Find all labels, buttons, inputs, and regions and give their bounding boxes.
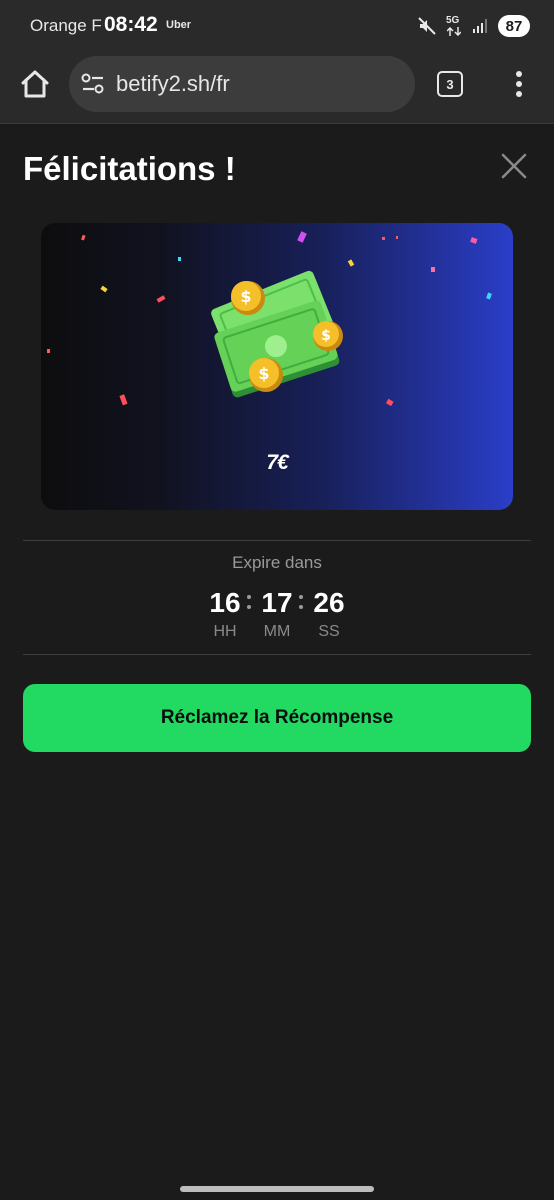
network-type: 5G	[446, 15, 460, 26]
reward-amount: 7€	[266, 451, 288, 474]
battery-icon: 87	[498, 15, 530, 37]
reward-banner: $ $ $ 7€	[41, 223, 513, 510]
countdown-seconds: 26	[313, 587, 345, 618]
home-icon[interactable]	[17, 66, 53, 102]
svg-text:$: $	[258, 364, 269, 383]
money-cash-coins-illustration: $ $ $	[211, 270, 343, 398]
address-bar[interactable]: betify2.sh/fr	[69, 56, 415, 112]
app-indicator: Uber	[166, 19, 192, 31]
status-icons: 5G 87	[418, 14, 530, 38]
modal-title: Félicitations !	[23, 150, 236, 187]
gesture-nav-handle[interactable]	[180, 1186, 374, 1192]
countdown-hours: 16	[209, 587, 241, 618]
tabs-icon[interactable]: 3	[437, 71, 463, 97]
countdown-minutes-label: MM	[263, 623, 291, 640]
status-time: 08:42	[104, 13, 158, 36]
browser-toolbar: betify2.sh/fr 3	[0, 52, 554, 124]
status-bar: Orange F 08:42 Uber 5G 87	[0, 0, 554, 52]
signal-icon	[473, 19, 487, 33]
countdown-timer: 16 HH 17 MM 26 SS	[0, 587, 554, 647]
countdown-hours-label: HH	[213, 623, 237, 640]
site-settings-icon[interactable]	[81, 73, 105, 95]
5g-data-icon: 5G	[446, 15, 462, 37]
tab-count: 3	[446, 76, 454, 92]
divider-bottom	[23, 654, 531, 655]
claim-reward-button[interactable]: Réclamez la Récompense	[23, 684, 531, 752]
mute-icon	[418, 17, 436, 35]
divider-top	[23, 540, 531, 541]
svg-text:$: $	[321, 328, 331, 344]
claim-reward-label: Réclamez la Récompense	[160, 707, 394, 728]
countdown-minutes: 17	[261, 587, 293, 618]
svg-text:$: $	[240, 287, 251, 306]
expire-label: Expire dans	[232, 553, 322, 572]
close-icon[interactable]	[500, 152, 528, 180]
more-vert-icon[interactable]	[508, 70, 530, 98]
countdown-seconds-label: SS	[318, 623, 340, 640]
carrier-name: Orange F	[30, 16, 102, 35]
url-text[interactable]: betify2.sh/fr	[116, 71, 230, 97]
